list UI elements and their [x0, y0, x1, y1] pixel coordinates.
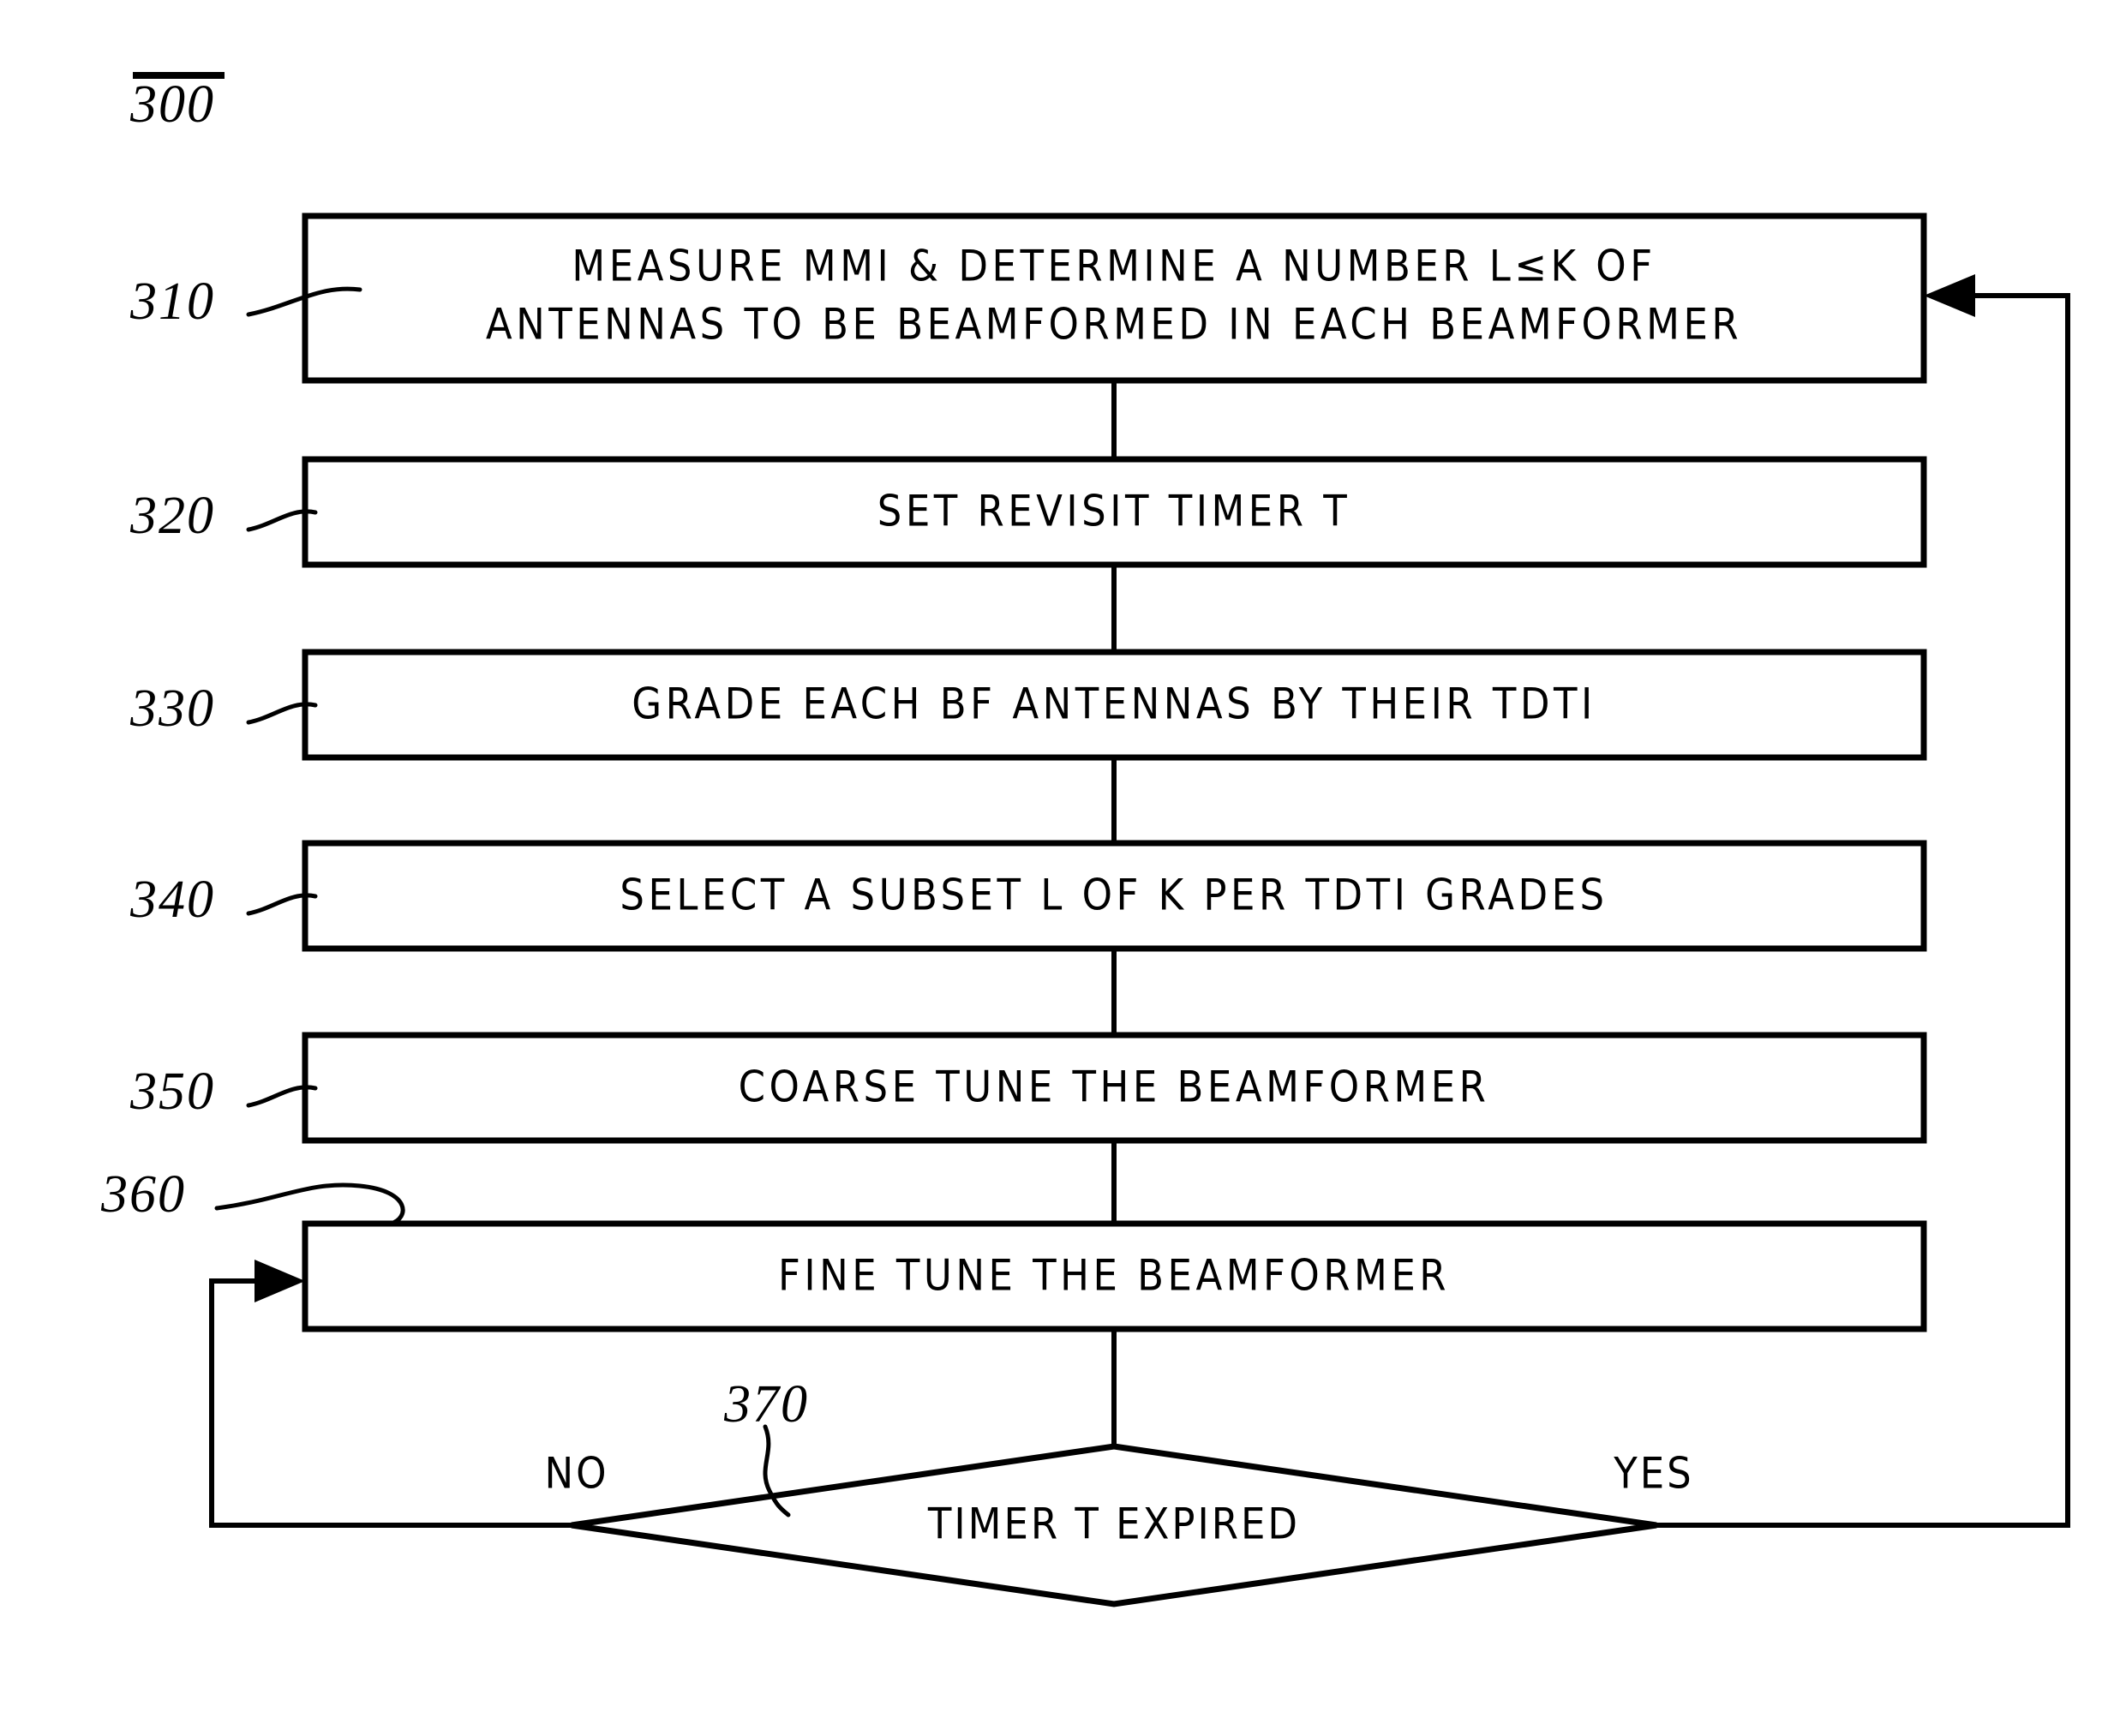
ref-numeral-320: 320: [129, 487, 215, 545]
process-box-350-label: COARSE TUNE THE BEAMFORMER: [739, 1063, 1490, 1112]
ref-numeral-330: 330: [129, 679, 215, 738]
process-box-340-label: SELECT A SUBSET L OF K PER TDTI GRADES: [620, 871, 1608, 920]
figure-number: 300: [129, 75, 215, 134]
leader-line-360: [214, 1182, 405, 1226]
process-box-330-label: GRADE EACH BF ANTENNAS BY THEIR TDTI: [632, 679, 1596, 729]
arrowhead-yes-into-310: [1924, 274, 1975, 317]
branch-label-no: NO: [544, 1449, 608, 1499]
ref-numeral-360: 360: [100, 1165, 186, 1224]
decision-diamond-370-label: TIMER T EXPIRED: [927, 1500, 1300, 1549]
patent-flowchart-300: 300 MEASURE MMI & DETERMINE A NUMBER L≤K…: [100, 72, 2070, 1607]
process-box-320-label: SET REVISIT TIMER T: [877, 487, 1350, 536]
flowchart-canvas: 300 MEASURE MMI & DETERMINE A NUMBER L≤K…: [0, 0, 2126, 1736]
ref-numeral-350: 350: [129, 1063, 215, 1121]
arrowhead-no-into-360: [255, 1260, 305, 1302]
process-box-310-line-2: ANTENNAS TO BE BEAMFORMED IN EACH BEAMFO…: [486, 300, 1742, 350]
ref-numeral-310: 310: [129, 272, 215, 331]
branch-label-yes: YES: [1613, 1449, 1693, 1499]
ref-numeral-370: 370: [723, 1375, 809, 1434]
process-box-310-line-1: MEASURE MMI & DETERMINE A NUMBER L≤K OF: [572, 242, 1656, 291]
process-box-360-label: FINE TUNE THE BEAMFORMER: [778, 1251, 1450, 1301]
ref-numeral-340: 340: [129, 871, 215, 929]
